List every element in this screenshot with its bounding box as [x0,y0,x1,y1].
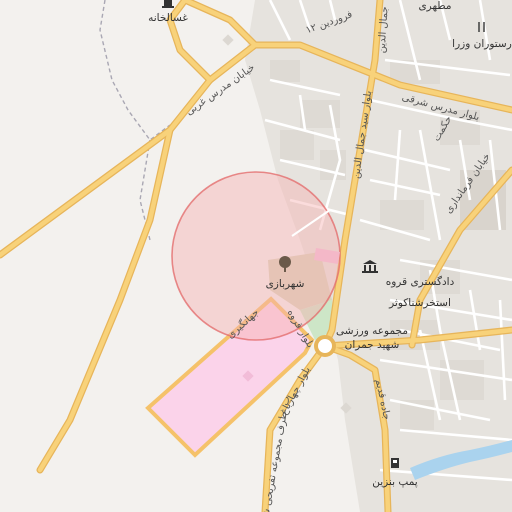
poi-label-varzeshi-2: شهید جمران [345,339,400,351]
poi-label-ghasalkhaneh: غسالخانه [148,12,188,24]
poi-label-shahrbazi: شهربازی [266,278,305,290]
poi-motahari[interactable]: مطهری [418,0,451,12]
map-canvas[interactable]: خیابان مدرس غربی بلوار مدرس شرقی بلوار س… [0,0,512,512]
poi-label-motahari: مطهری [418,0,451,12]
poi-label-dadgostari: دادگستری قروه [386,275,455,288]
poi-label-restaurant: رستوران وزرا [452,38,512,50]
poi-label-varzeshi-1: مجموعه ورزشی [336,325,408,337]
poi-estakhr[interactable]: استخرشناکوثر [388,297,451,309]
roundabout [314,335,336,357]
poi-label-pomp: پمپ بنزین [372,476,418,488]
poi-label-estakhr: استخرشناکوثر [388,297,451,309]
fuel-icon [391,458,399,468]
